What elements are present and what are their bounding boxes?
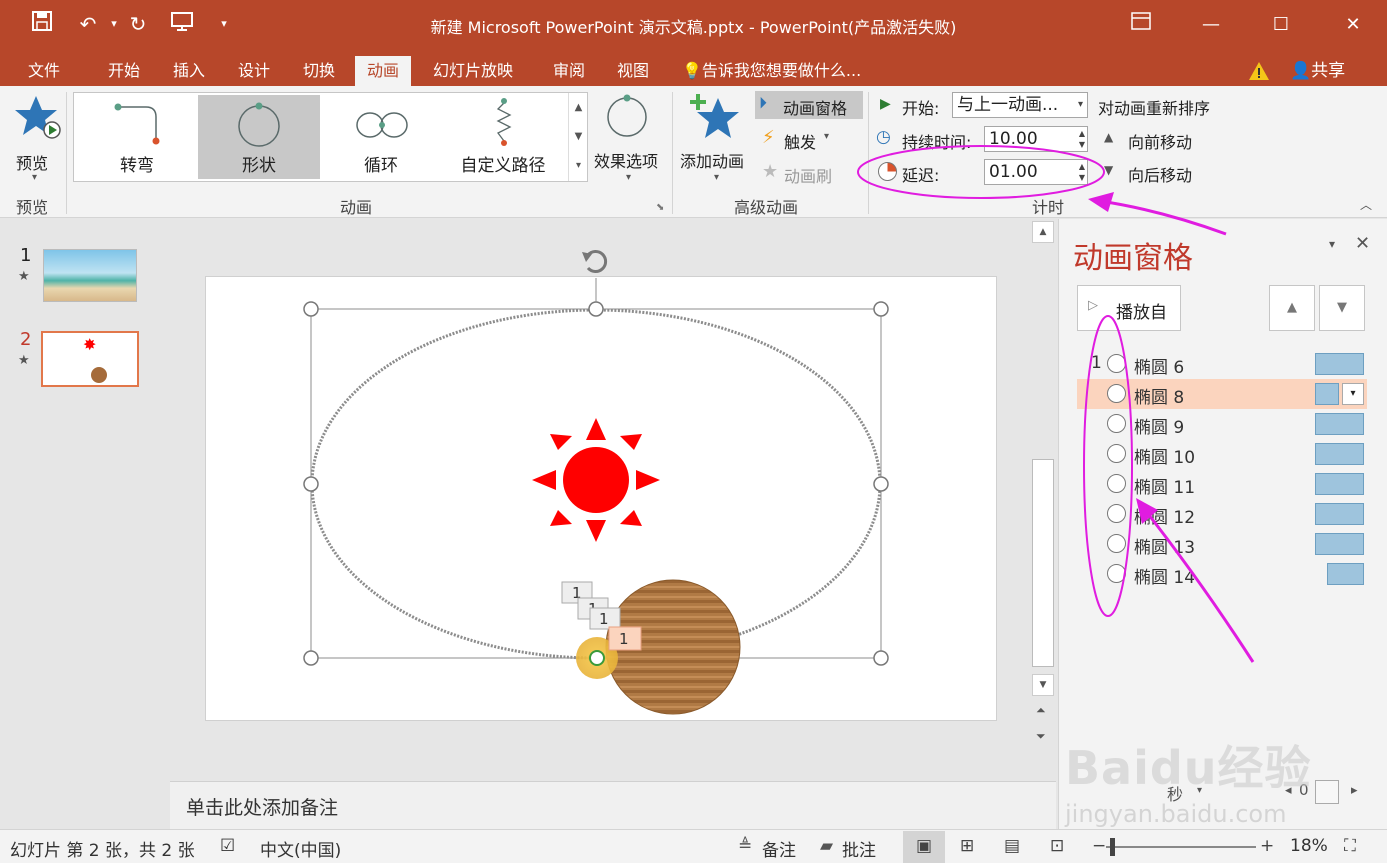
slide-sorter-icon[interactable]: ⊞ xyxy=(960,836,974,856)
timeline-bar xyxy=(1315,383,1339,405)
animation-tag: 1 xyxy=(599,610,609,628)
normal-view-glyph: ▣ xyxy=(916,836,933,856)
warning-icon[interactable] xyxy=(1248,60,1270,82)
animation-tag-selected: 1 xyxy=(619,630,629,648)
status-bar: 幻灯片 第 2 张，共 2 张 ☑ 中文(中国) ≜ 备注 ▰ 批注 ▣ ⊞ ▤… xyxy=(0,829,1387,863)
anim-list-item[interactable]: 1 椭圆 6 xyxy=(1077,349,1367,379)
timeline-bar xyxy=(1315,503,1364,525)
anim-item-name: 椭圆 11 xyxy=(1134,478,1196,498)
move-earlier-button[interactable]: ▲ 向前移动 xyxy=(1104,128,1224,152)
play-icon: ▷ xyxy=(1088,298,1098,313)
play-from-button[interactable]: ▷ 播放自 xyxy=(1077,285,1181,331)
anim-item-name: 椭圆 9 xyxy=(1134,418,1185,438)
move-down-button[interactable]: ▼ xyxy=(1319,285,1365,331)
comments-icon: ▰ xyxy=(820,836,834,856)
timeline-bar xyxy=(1315,473,1364,495)
move-later-label: 向后移动 xyxy=(1128,166,1193,185)
motion-path-icon xyxy=(1107,474,1126,493)
share-button[interactable]: 👤共享 xyxy=(1290,56,1345,86)
previous-slide-icon[interactable]: ⏶ xyxy=(1036,703,1046,718)
notes-placeholder: 单击此处添加备注 xyxy=(186,797,339,819)
fit-to-window-icon[interactable]: ⛶ xyxy=(1344,836,1356,856)
item-dropdown-icon[interactable]: ▾ xyxy=(1342,383,1364,405)
maximize-icon[interactable]: ☐ xyxy=(1258,8,1304,42)
move-up-button[interactable]: ▲ xyxy=(1269,285,1315,331)
move-earlier-icon: ▲ xyxy=(1104,130,1114,144)
minimize-icon[interactable]: — xyxy=(1188,8,1234,42)
anim-item-name: 椭圆 6 xyxy=(1134,358,1185,378)
zoom-level[interactable]: 18% xyxy=(1290,836,1328,856)
move-earlier-label: 向前移动 xyxy=(1128,133,1193,152)
person-icon: 👤 xyxy=(1290,61,1312,81)
comments-toggle[interactable]: 批注 xyxy=(842,836,876,861)
sun-shape[interactable] xyxy=(532,418,660,542)
motion-path-icon xyxy=(1107,444,1126,463)
motion-path-icon xyxy=(1107,414,1126,433)
pane-close-icon[interactable]: ✕ xyxy=(1355,233,1370,254)
anim-item-name: 椭圆 8 xyxy=(1134,388,1185,408)
share-label: 共享 xyxy=(1311,61,1346,81)
notes-toggle[interactable]: 备注 xyxy=(762,836,796,861)
anim-item-name: 椭圆 12 xyxy=(1134,508,1196,528)
timeline-bar xyxy=(1315,533,1364,555)
motion-path-icon xyxy=(1107,384,1126,403)
zoom-slider[interactable] xyxy=(1106,846,1256,848)
notes-area[interactable]: 单击此处添加备注 xyxy=(170,781,1056,829)
anim-item-name: 椭圆 13 xyxy=(1134,538,1196,558)
timeline-bar xyxy=(1315,413,1364,435)
rotate-handle-icon[interactable] xyxy=(582,250,608,273)
slide-info: 幻灯片 第 2 张，共 2 张 xyxy=(10,841,195,861)
close-icon[interactable]: ✕ xyxy=(1330,8,1376,42)
timeline-bar xyxy=(1327,563,1364,585)
anim-list-item[interactable]: 椭圆 10 xyxy=(1077,439,1367,469)
anim-item-number: 1 xyxy=(1091,353,1102,373)
scrollbar-thumb[interactable] xyxy=(1032,459,1054,667)
start-dropdown-icon: ▾ xyxy=(1077,99,1083,110)
spellcheck-icon[interactable]: ☑ xyxy=(220,836,235,856)
reorder-title: 对动画重新排序 xyxy=(1098,99,1211,118)
motion-path-icon xyxy=(1107,564,1126,583)
anim-list-item-selected[interactable]: 椭圆 8 ▾ xyxy=(1077,379,1367,409)
move-later-button[interactable]: ▼ 向后移动 xyxy=(1104,161,1224,185)
motion-start-point[interactable] xyxy=(589,650,605,666)
watermark-main: Baidu经验 xyxy=(1065,741,1312,795)
move-later-icon: ▼ xyxy=(1104,163,1114,177)
anim-list-item[interactable]: 椭圆 14 xyxy=(1077,559,1367,589)
play-from-label: 播放自 xyxy=(1116,303,1167,323)
watermark: Baidu经验 jingyan.baidu.com xyxy=(1065,708,1365,828)
reading-view-icon[interactable]: ▤ xyxy=(1004,836,1020,856)
anim-list-item[interactable]: 椭圆 9 xyxy=(1077,409,1367,439)
language-status[interactable]: 中文(中国) xyxy=(260,836,341,861)
slideshow-view-icon[interactable]: ⊡ xyxy=(1050,836,1064,856)
duration-spinner-icon[interactable]: ▲ ▼ xyxy=(1079,128,1085,150)
collapse-ribbon-icon[interactable]: ︿ xyxy=(1360,196,1372,213)
delay-spinner-icon[interactable]: ▲ ▼ xyxy=(1079,161,1085,183)
slide-overlay: 1 1 1 1 xyxy=(303,250,889,715)
animation-pane-title: 动画窗格 xyxy=(1073,241,1193,276)
motion-path-icon xyxy=(1107,534,1126,553)
zoom-out-icon[interactable]: − xyxy=(1092,836,1106,856)
notes-icon: ≜ xyxy=(738,836,753,856)
zoom-slider-thumb[interactable] xyxy=(1110,838,1115,856)
anim-item-name: 椭圆 14 xyxy=(1134,568,1196,588)
anim-item-name: 椭圆 10 xyxy=(1134,448,1196,468)
timeline-bar xyxy=(1315,443,1364,465)
anim-list-item[interactable]: 椭圆 12 xyxy=(1077,499,1367,529)
anim-list-item[interactable]: 椭圆 11 xyxy=(1077,469,1367,499)
scroll-up-icon[interactable]: ▲ xyxy=(1032,221,1054,243)
scroll-down-icon[interactable]: ▼ xyxy=(1032,674,1054,696)
timeline-bar xyxy=(1315,353,1364,375)
motion-path-icon xyxy=(1107,354,1126,373)
motion-path-icon xyxy=(1107,504,1126,523)
zoom-in-icon[interactable]: + xyxy=(1260,836,1274,856)
anim-list-item[interactable]: 椭圆 13 xyxy=(1077,529,1367,559)
pane-options-icon[interactable]: ▾ xyxy=(1329,237,1335,251)
watermark-sub: jingyan.baidu.com xyxy=(1065,800,1287,828)
ribbon-display-icon[interactable] xyxy=(1118,8,1164,42)
next-slide-icon[interactable]: ⏷ xyxy=(1036,729,1046,744)
vertical-scrollbar[interactable]: ▲ ▼ ⏶ ⏷ xyxy=(1030,219,1056,779)
